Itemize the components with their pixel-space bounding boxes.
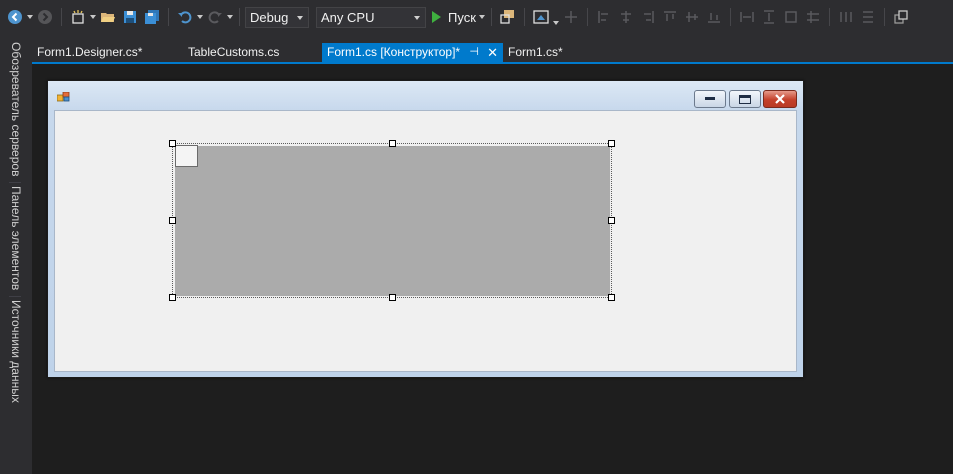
resize-handle-bottom[interactable] — [389, 294, 396, 301]
tab-label: TableCustoms.cs — [188, 45, 280, 59]
configuration-value: Debug — [250, 9, 289, 25]
data-sources-tab[interactable]: Источники данных — [7, 300, 24, 403]
align-centers-icon[interactable] — [615, 6, 637, 28]
toolbox-tab[interactable]: Панель элементов — [7, 186, 24, 290]
chevron-down-icon — [297, 15, 303, 20]
toolbar-separator — [61, 8, 62, 26]
tab-form1-designer-cs[interactable]: Form1.Designer.cs* — [32, 43, 182, 62]
resize-handle-left[interactable] — [169, 217, 176, 224]
server-explorer-tab[interactable]: Обозреватель серверов — [7, 42, 24, 176]
start-debugging-button[interactable]: Пуск — [426, 6, 478, 28]
toolbar-separator — [828, 8, 830, 26]
tab-label: Form1.cs [Конструктор]* — [327, 45, 461, 59]
maximize-icon — [739, 94, 751, 104]
new-project-icon[interactable] — [67, 6, 89, 28]
control-child-box[interactable] — [175, 145, 198, 167]
screen-icon[interactable] — [530, 6, 552, 28]
save-icon[interactable] — [119, 6, 141, 28]
form-titlebar[interactable] — [48, 81, 803, 110]
make-same-size-icon[interactable] — [780, 6, 802, 28]
run-icon — [432, 11, 441, 23]
undo-icon[interactable] — [174, 6, 196, 28]
new-project-dropdown-icon[interactable] — [89, 6, 97, 28]
toolbar-separator — [586, 8, 588, 26]
pin-icon[interactable]: ⊣ — [469, 43, 479, 62]
bring-to-front-icon[interactable] — [890, 6, 912, 28]
tab-label: Form1.cs* — [508, 45, 563, 59]
align-middles-icon[interactable] — [681, 6, 703, 28]
redo-dropdown-icon[interactable] — [226, 6, 234, 28]
make-same-width-icon[interactable] — [736, 6, 758, 28]
toolbar-separator — [168, 8, 169, 26]
selected-control[interactable] — [172, 143, 612, 298]
control-body — [175, 146, 610, 296]
undo-dropdown-icon[interactable] — [196, 6, 204, 28]
horizontal-spacing-icon[interactable] — [835, 6, 857, 28]
platform-select[interactable]: Any CPU — [316, 6, 426, 28]
vertical-spacing-icon[interactable] — [857, 6, 879, 28]
configuration-select[interactable]: Debug — [245, 6, 309, 28]
forward-icon[interactable] — [34, 6, 56, 28]
document-tab-strip: Form1.Designer.cs* TableCustoms.cs Form1… — [32, 34, 953, 64]
platform-value: Any CPU — [321, 9, 375, 25]
close-icon — [775, 94, 785, 104]
start-debugging-label: Пуск — [448, 9, 476, 25]
tab-form1-cs[interactable]: Form1.cs* — [503, 43, 593, 62]
resize-handle-top-left[interactable] — [169, 140, 176, 147]
align-lefts-icon[interactable] — [593, 6, 615, 28]
align-to-grid-icon[interactable] — [560, 6, 582, 28]
minimize-icon — [705, 97, 715, 100]
align-rights-icon[interactable] — [637, 6, 659, 28]
tab-tablecustoms-cs[interactable]: TableCustoms.cs — [183, 43, 321, 62]
align-tops-icon[interactable] — [659, 6, 681, 28]
back-icon[interactable] — [4, 6, 26, 28]
maximize-button[interactable] — [729, 90, 761, 108]
resize-handle-right[interactable] — [608, 217, 615, 224]
form-icon — [57, 92, 70, 102]
tab-label: Form1.Designer.cs* — [37, 45, 143, 59]
minimize-button[interactable] — [694, 90, 726, 108]
redo-icon[interactable] — [204, 6, 226, 28]
align-bottoms-icon[interactable] — [703, 6, 725, 28]
toolbar-separator — [729, 8, 731, 26]
toolbar-separator — [239, 8, 240, 26]
side-tool-windows: Обозреватель серверов Панель элементов И… — [0, 34, 32, 474]
toolbar-separator — [490, 8, 492, 26]
resize-handle-top-right[interactable] — [608, 140, 615, 147]
layout-dropdown-icon[interactable] — [552, 6, 560, 28]
close-button[interactable] — [763, 90, 797, 108]
side-tab-divider — [9, 296, 21, 297]
toolbar-separator — [883, 8, 885, 26]
size-to-grid-icon[interactable] — [802, 6, 824, 28]
run-dropdown-icon[interactable] — [478, 6, 486, 28]
standard-toolbar: Debug Any CPU Пуск — [0, 0, 953, 34]
resize-handle-top[interactable] — [389, 140, 396, 147]
open-file-icon[interactable] — [97, 6, 119, 28]
chevron-down-icon — [414, 15, 420, 20]
back-dropdown-icon[interactable] — [26, 6, 34, 28]
side-tab-divider — [9, 182, 21, 183]
toolbar-separator — [523, 8, 525, 26]
resize-handle-bottom-right[interactable] — [608, 294, 615, 301]
save-all-icon[interactable] — [141, 6, 163, 28]
resize-handle-bottom-left[interactable] — [169, 294, 176, 301]
tab-form1-designer-active[interactable]: Form1.cs [Конструктор]* ⊣ ✕ — [322, 43, 503, 62]
close-icon[interactable]: ✕ — [487, 43, 498, 62]
find-icon[interactable] — [497, 6, 519, 28]
make-same-height-icon[interactable] — [758, 6, 780, 28]
